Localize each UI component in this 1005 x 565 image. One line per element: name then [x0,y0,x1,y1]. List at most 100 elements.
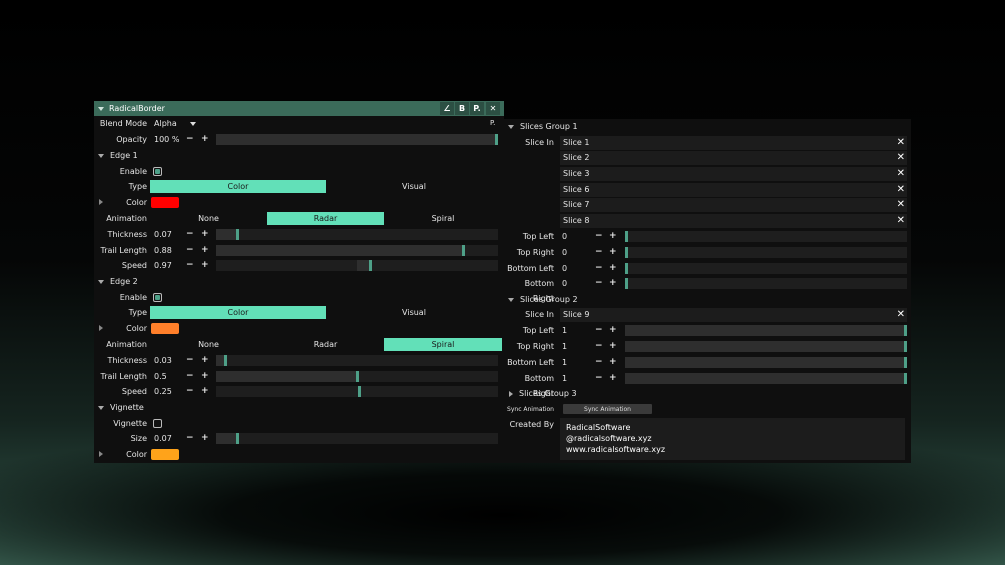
slider-handle[interactable] [625,278,628,289]
g1-top-left-plus-button[interactable]: + [609,229,617,244]
g1-top-right-slider[interactable] [625,247,907,258]
edge1-thickness-value[interactable]: 0.07 [154,227,172,242]
edge2-thickness-minus-button[interactable]: − [186,353,194,368]
panel-titlebar[interactable]: RadicalBorder ∠ B P. ✕ [94,101,504,116]
edge2-type-color[interactable]: Color [150,306,326,319]
group3-section-header[interactable]: Slices Group 3 [504,386,911,401]
slice-item[interactable]: Slice 7 ✕ [560,198,907,212]
slider-handle[interactable] [462,245,465,256]
g2-bottom-right-minus-button[interactable]: − [595,371,603,386]
edge1-trail-value[interactable]: 0.88 [154,243,172,258]
close-button[interactable]: ✕ [486,102,500,115]
edge1-color-swatch[interactable] [151,197,179,208]
slice-item[interactable]: Slice 9 ✕ [560,308,907,322]
g2-bottom-left-plus-button[interactable]: + [609,355,617,370]
vignette-color-swatch[interactable] [151,449,179,460]
g1-bottom-left-value[interactable]: 0 [562,261,567,276]
slice-item[interactable]: Slice 1 ✕ [560,136,907,150]
g1-bottom-right-value[interactable]: 0 [562,276,567,291]
group1-section-header[interactable]: Slices Group 1 [504,119,911,134]
g2-bottom-left-slider[interactable] [625,357,907,368]
edge2-enable-checkbox[interactable] [153,293,162,302]
edge1-trail-slider[interactable] [216,245,498,256]
g2-top-right-slider[interactable] [625,341,907,352]
close-icon[interactable]: ✕ [897,198,905,212]
opacity-minus-button[interactable]: − [186,132,194,147]
g1-bottom-left-slider[interactable] [625,263,907,274]
sync-animation-button[interactable]: Sync Animation [563,404,652,414]
edge1-type-visual[interactable]: Visual [326,180,502,193]
edge2-trail-value[interactable]: 0.5 [154,369,167,384]
g2-top-left-plus-button[interactable]: + [609,323,617,338]
g1-top-right-plus-button[interactable]: + [609,245,617,260]
g1-top-right-value[interactable]: 0 [562,245,567,260]
edge2-trail-slider[interactable] [216,371,498,382]
vignette-size-minus-button[interactable]: − [186,431,194,446]
g1-top-left-slider[interactable] [625,231,907,242]
slider-handle[interactable] [236,229,239,240]
b-button[interactable]: B [455,102,469,115]
slider-handle[interactable] [625,247,628,258]
g2-bottom-left-minus-button[interactable]: − [595,355,603,370]
slider-handle[interactable] [625,263,628,274]
g1-bottom-right-plus-button[interactable]: + [609,276,617,291]
opacity-plus-button[interactable]: + [201,132,209,147]
slider-handle[interactable] [495,134,498,145]
g2-top-right-plus-button[interactable]: + [609,339,617,354]
collapse-icon[interactable] [98,106,104,111]
slice-item[interactable]: Slice 8 ✕ [560,214,907,228]
g1-top-left-value[interactable]: 0 [562,229,567,244]
edge2-color-swatch[interactable] [151,323,179,334]
g1-bottom-right-minus-button[interactable]: − [595,276,603,291]
edge1-speed-value[interactable]: 0.97 [154,258,172,273]
edge2-speed-value[interactable]: 0.25 [154,384,172,399]
close-icon[interactable]: ✕ [897,214,905,228]
edge1-thickness-minus-button[interactable]: − [186,227,194,242]
edge1-thickness-slider[interactable] [216,229,498,240]
close-icon[interactable]: ✕ [897,183,905,197]
edge1-anim-radar[interactable]: Radar [267,212,384,225]
chevron-down-icon[interactable] [190,122,196,126]
edge2-thickness-value[interactable]: 0.03 [154,353,172,368]
slice-item[interactable]: Slice 3 ✕ [560,167,907,181]
close-icon[interactable]: ✕ [897,308,905,322]
slider-handle[interactable] [224,355,227,366]
vignette-size-value[interactable]: 0.07 [154,431,172,446]
g2-bottom-right-slider[interactable] [625,373,907,384]
slider-handle[interactable] [904,357,907,368]
blend-mode-select[interactable]: Alpha [154,116,177,131]
edge2-speed-handle[interactable] [358,386,361,397]
edge1-speed-plus-button[interactable]: + [201,258,209,273]
vignette-size-slider[interactable] [216,433,498,444]
edge1-trail-plus-button[interactable]: + [201,243,209,258]
group2-section-header[interactable]: Slices Group 2 [504,292,911,307]
p-button[interactable]: P. [470,102,484,115]
edge2-speed-track[interactable] [216,386,498,397]
opacity-slider[interactable] [216,134,498,145]
edge1-anim-none[interactable]: None [150,212,267,225]
edge1-speed-track[interactable] [216,260,498,271]
edge2-anim-spiral[interactable]: Spiral [384,338,502,351]
angle-button[interactable]: ∠ [440,102,454,115]
edge2-type-visual[interactable]: Visual [326,306,502,319]
edge2-thickness-slider[interactable] [216,355,498,366]
edge1-anim-spiral[interactable]: Spiral [384,212,502,225]
edge2-trail-minus-button[interactable]: − [186,369,194,384]
slice-item[interactable]: Slice 6 ✕ [560,183,907,197]
g2-top-right-value[interactable]: 1 [562,339,567,354]
slider-handle[interactable] [236,433,239,444]
slider-handle[interactable] [356,371,359,382]
edge1-enable-checkbox[interactable] [153,167,162,176]
g1-bottom-left-minus-button[interactable]: − [595,261,603,276]
close-icon[interactable]: ✕ [897,167,905,181]
edge2-thickness-plus-button[interactable]: + [201,353,209,368]
slice-item[interactable]: Slice 2 ✕ [560,151,907,165]
g1-bottom-left-plus-button[interactable]: + [609,261,617,276]
edge1-speed-handle[interactable] [369,260,372,271]
edge1-section-header[interactable]: Edge 1 [94,148,504,163]
edge2-speed-minus-button[interactable]: − [186,384,194,399]
g1-bottom-right-slider[interactable] [625,278,907,289]
edge2-section-header[interactable]: Edge 2 [94,274,504,289]
g2-bottom-right-plus-button[interactable]: + [609,371,617,386]
vignette-section-header[interactable]: Vignette [94,400,504,415]
